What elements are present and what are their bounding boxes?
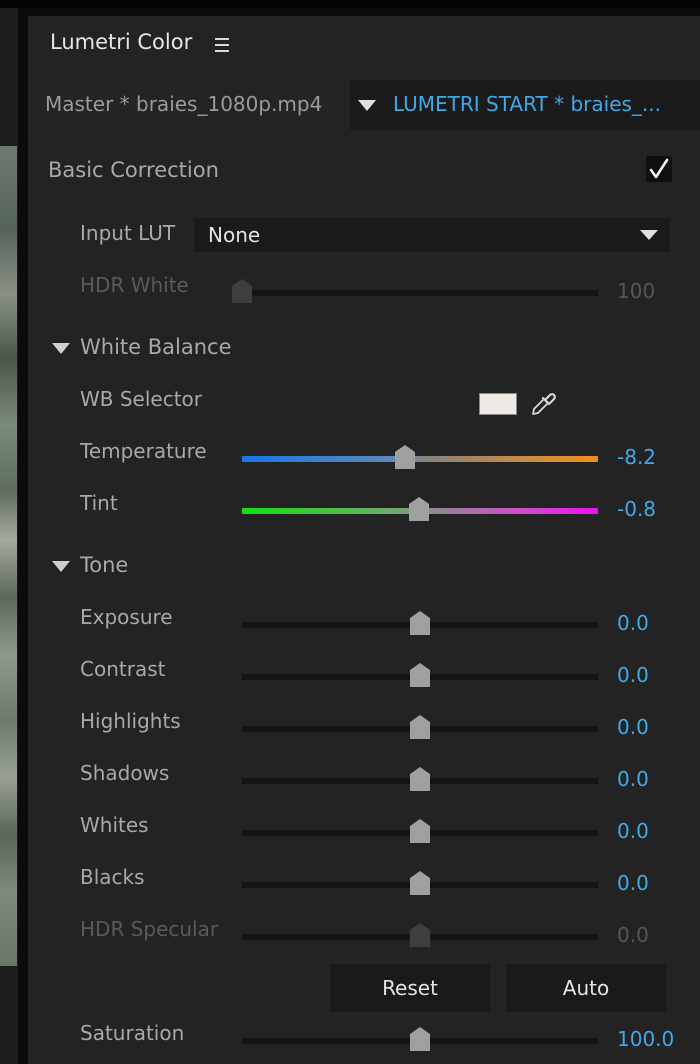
- tint-label: Tint: [80, 491, 118, 515]
- eyedropper-icon[interactable]: [529, 390, 557, 418]
- blacks-thumb[interactable]: [410, 871, 430, 895]
- input-lut-select[interactable]: None: [194, 218, 670, 252]
- hdr-specular-value[interactable]: 0.0: [617, 923, 649, 947]
- exposure-label: Exposure: [80, 605, 173, 629]
- master-clip-tab[interactable]: Master * braies_1080p.mp4: [28, 80, 350, 130]
- hdr-specular-label: HDR Specular: [80, 917, 219, 941]
- reset-button[interactable]: Reset: [330, 964, 490, 1012]
- basic-correction-checkbox[interactable]: [646, 156, 672, 182]
- hdr-white-value[interactable]: 100: [617, 279, 655, 303]
- whites-thumb[interactable]: [410, 819, 430, 843]
- clip-dropdown-chevron-icon[interactable]: [358, 100, 376, 111]
- shadows-value[interactable]: 0.0: [617, 767, 649, 791]
- contrast-value[interactable]: 0.0: [617, 663, 649, 687]
- tone-chevron-icon[interactable]: [52, 561, 70, 572]
- wb-color-swatch: [479, 393, 517, 415]
- temperature-value[interactable]: -8.2: [617, 445, 656, 469]
- panel-title: Lumetri Color: [50, 30, 193, 54]
- video-preview-strip: [0, 146, 17, 966]
- saturation-label: Saturation: [80, 1021, 185, 1045]
- panel-header: Lumetri Color: [28, 16, 700, 80]
- hamburger-menu-icon[interactable]: [215, 38, 229, 54]
- white-balance-chevron-icon[interactable]: [52, 343, 70, 354]
- auto-button[interactable]: Auto: [506, 964, 666, 1012]
- lumetri-color-panel: Lumetri Color Master * braies_1080p.mp4 …: [28, 16, 700, 1064]
- hdr-white-label: HDR White: [80, 273, 189, 297]
- active-clip-tab[interactable]: LUMETRI START * braies_...: [393, 92, 661, 116]
- program-monitor-edge: [0, 8, 18, 1064]
- tint-value[interactable]: -0.8: [617, 497, 656, 521]
- exposure-thumb[interactable]: [410, 611, 430, 635]
- saturation-value[interactable]: 100.0: [617, 1027, 674, 1051]
- temperature-thumb[interactable]: [395, 445, 416, 469]
- shadows-thumb[interactable]: [410, 767, 430, 791]
- wb-selector-label: WB Selector: [80, 387, 203, 411]
- master-clip-label: Master * braies_1080p.mp4: [45, 92, 323, 116]
- contrast-thumb[interactable]: [410, 663, 430, 687]
- temperature-track[interactable]: [242, 456, 598, 462]
- blacks-label: Blacks: [80, 865, 145, 889]
- basic-correction-title[interactable]: Basic Correction: [48, 158, 219, 182]
- clip-selector-bar: Master * braies_1080p.mp4 LUMETRI START …: [28, 80, 700, 130]
- exposure-value[interactable]: 0.0: [617, 611, 649, 635]
- highlights-value[interactable]: 0.0: [617, 715, 649, 739]
- hdr-white-thumb[interactable]: [232, 279, 252, 303]
- top-border: [0, 0, 700, 8]
- lumetri-app: Lumetri Color Master * braies_1080p.mp4 …: [0, 0, 700, 1064]
- highlights-thumb[interactable]: [410, 715, 430, 739]
- input-lut-label: Input LUT: [80, 221, 176, 245]
- saturation-thumb[interactable]: [410, 1027, 430, 1051]
- shadows-label: Shadows: [80, 761, 170, 785]
- blacks-value[interactable]: 0.0: [617, 871, 649, 895]
- temperature-label: Temperature: [80, 439, 207, 463]
- hdr-white-track[interactable]: [242, 290, 598, 296]
- contrast-label: Contrast: [80, 657, 166, 681]
- chevron-down-icon: [640, 230, 658, 240]
- checkmark-icon: [649, 158, 669, 179]
- whites-value[interactable]: 0.0: [617, 819, 649, 843]
- tint-thumb[interactable]: [408, 497, 429, 521]
- hdr-specular-thumb[interactable]: [410, 923, 430, 947]
- whites-label: Whites: [80, 813, 149, 837]
- white-balance-title[interactable]: White Balance: [80, 335, 232, 359]
- highlights-label: Highlights: [80, 709, 181, 733]
- input-lut-value: None: [208, 223, 261, 247]
- tone-title[interactable]: Tone: [80, 553, 128, 577]
